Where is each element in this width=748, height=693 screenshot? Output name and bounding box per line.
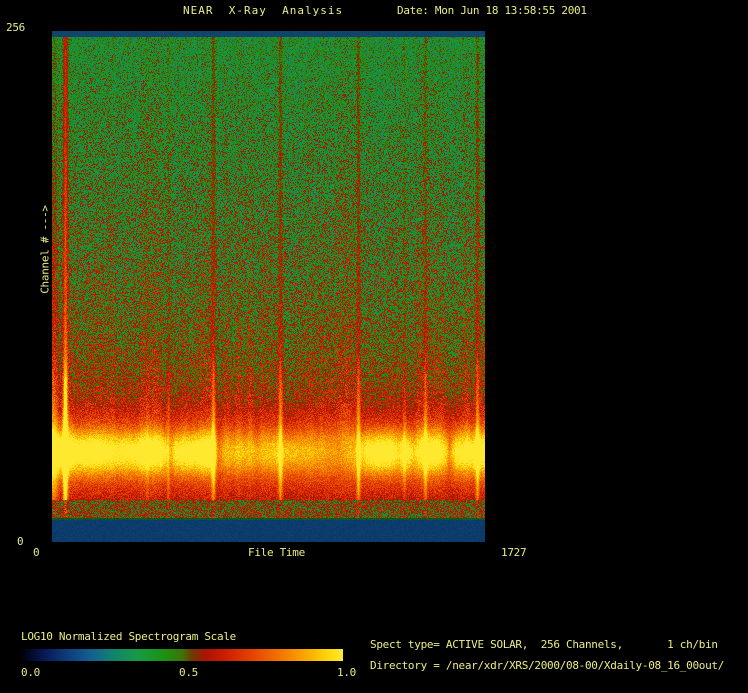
- x-axis-max-label: 1727: [501, 546, 527, 559]
- x-axis-title: File Time: [248, 546, 305, 559]
- y-axis-min-label: 0: [17, 535, 24, 548]
- spectrogram-plot: [52, 31, 485, 542]
- colorbar-tick-mid: 0.5: [179, 666, 198, 679]
- directory-info: Directory = /near/xdr/XRS/2000/08-00/Xda…: [370, 659, 725, 672]
- colorbar-gradient: [22, 649, 343, 661]
- app-window: NEAR X-Ray Analysis Date: Mon Jun 18 13:…: [0, 0, 748, 693]
- colorbar-tick-min: 0.0: [21, 666, 40, 679]
- date-label: Date: Mon Jun 18 13:58:55 2001: [397, 4, 587, 17]
- page-title: NEAR X-Ray Analysis: [183, 4, 344, 17]
- x-axis-min-label: 0: [33, 546, 40, 559]
- colorbar-tick-max: 1.0: [337, 666, 356, 679]
- y-axis-max-label: 256: [6, 21, 25, 34]
- colorbar-title: LOG10 Normalized Spectrogram Scale: [21, 630, 236, 643]
- y-axis-title: Channel # --->: [38, 205, 52, 294]
- spect-type-info: Spect type= ACTIVE SOLAR, 256 Channels, …: [370, 638, 718, 651]
